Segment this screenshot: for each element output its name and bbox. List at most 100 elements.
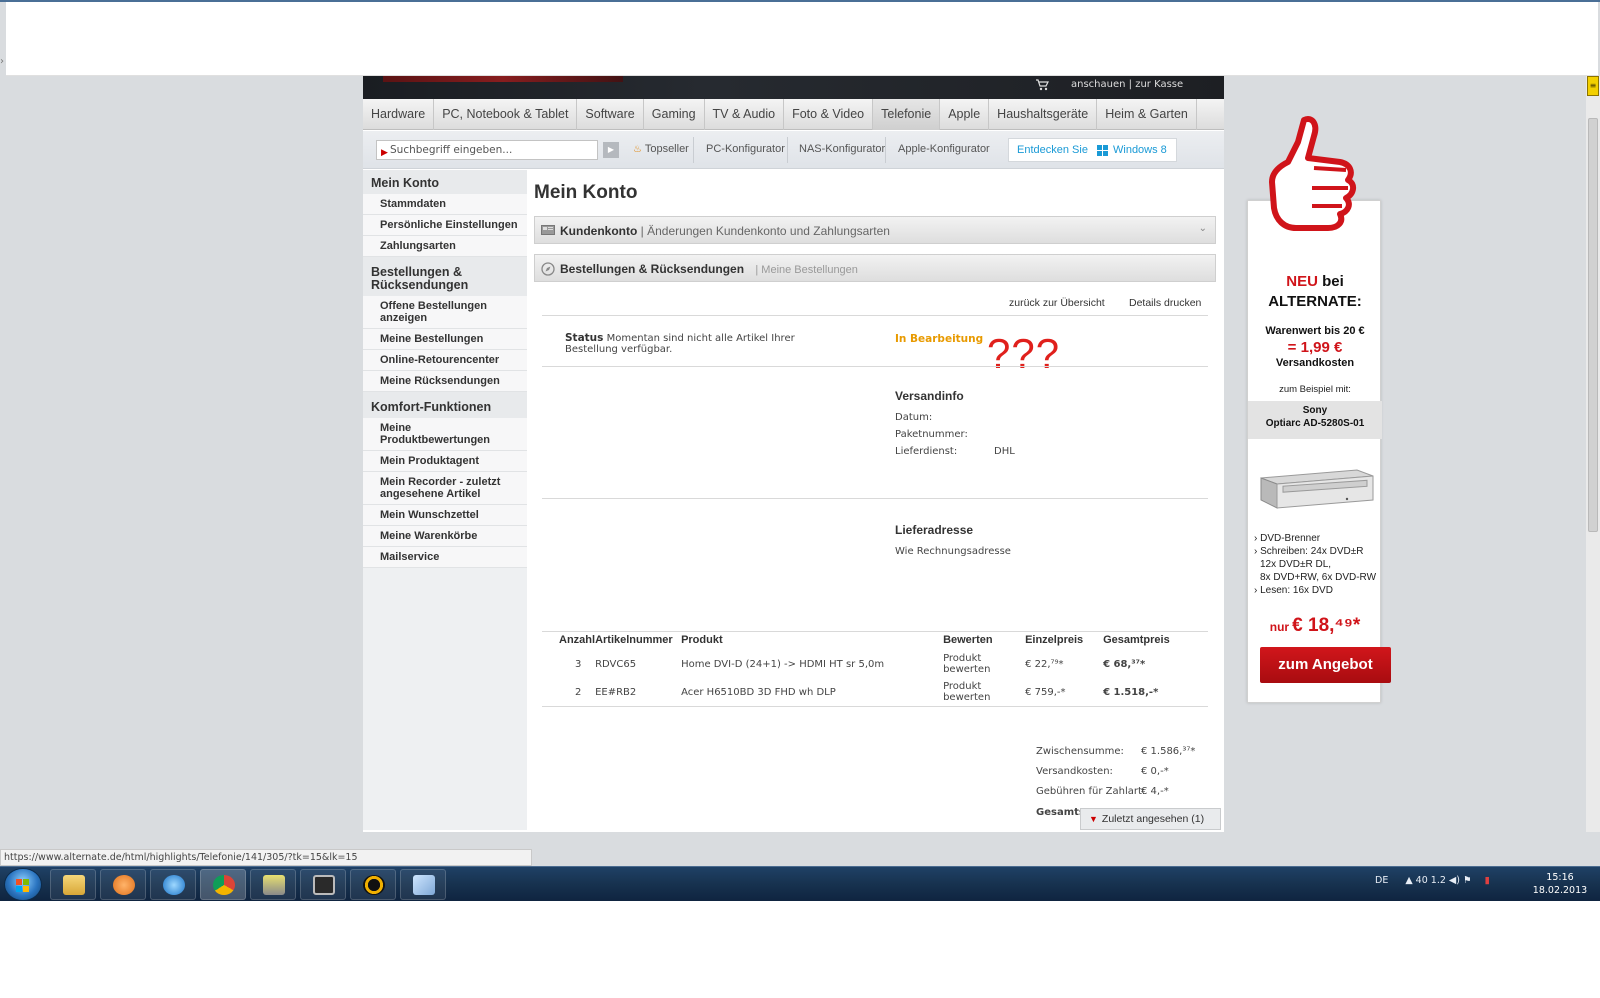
recently-viewed-bar[interactable]: ▼ Zuletzt angesehen (1) xyxy=(1080,808,1221,830)
nav-tab-tv-audio[interactable]: TV & Audio xyxy=(705,99,785,130)
sidebar-item-persoenliche-einstellungen[interactable]: Persönliche Einstellungen xyxy=(363,215,527,236)
account-card-icon xyxy=(541,224,555,236)
ad-bullet: 12x DVD±R DL, xyxy=(1260,559,1332,570)
addon-badge-icon[interactable]: ≡ xyxy=(1587,76,1599,96)
taskbar-app-5[interactable] xyxy=(250,869,296,900)
sidebar-item-produktagent[interactable]: Mein Produktagent xyxy=(363,451,527,472)
webpage: anschauen | zur Kasse Hardware PC, Noteb… xyxy=(363,76,1224,832)
nav-tab-heim-garten[interactable]: Heim & Garten xyxy=(1097,99,1197,130)
apple-konfigurator-link[interactable]: Apple-Konfigurator xyxy=(898,143,990,155)
row-total-price: € 1.518,-* xyxy=(1103,686,1159,698)
taskbar-chrome[interactable] xyxy=(200,869,246,900)
search-submit-button[interactable]: ▶ xyxy=(603,142,619,158)
tray-icons[interactable]: ▲ 40 1.2 ◀) ⚑ xyxy=(1405,875,1471,886)
nav-tab-gaming[interactable]: Gaming xyxy=(644,99,705,130)
kundenkonto-panel[interactable]: Kundenkonto | Änderungen Kundenkonto und… xyxy=(534,216,1216,244)
nav-tab-pc-notebook-tablet[interactable]: PC, Notebook & Tablet xyxy=(434,99,578,130)
media-player-icon xyxy=(113,875,135,895)
taskbar-app-6[interactable] xyxy=(300,869,346,900)
table-row: 2 EE#RB2 Acer H6510BD 3D FHD wh DLP Prod… xyxy=(542,678,1208,707)
taskbar-media-player[interactable] xyxy=(100,869,146,900)
ad-bullet: › DVD-Brenner xyxy=(1254,533,1321,544)
gebuehren-label: Gebühren für Zahlart: xyxy=(1036,786,1146,797)
taskbar-internet-explorer[interactable] xyxy=(150,869,196,900)
sidebar-section-mein-konto[interactable]: Mein Konto xyxy=(363,170,527,194)
nav-tab-haushaltsgeraete[interactable]: Haushaltsgeräte xyxy=(989,99,1098,130)
divider xyxy=(542,498,1208,499)
cart-links[interactable]: anschauen | zur Kasse xyxy=(1071,79,1183,90)
topseller-link[interactable]: ♨ Topseller xyxy=(633,143,689,155)
nav-tab-software[interactable]: Software xyxy=(577,99,644,130)
redacted-toolbar xyxy=(6,2,1598,76)
ad-nur: nur xyxy=(1269,620,1290,634)
taskbar-app-7[interactable] xyxy=(350,869,396,900)
search-placeholder: Suchbegriff eingeben... xyxy=(390,144,513,156)
sidebar-item-meine-bestellungen[interactable]: Meine Bestellungen xyxy=(363,329,527,350)
zum-angebot-button[interactable]: zum Angebot xyxy=(1260,647,1391,683)
compass-icon xyxy=(541,262,555,276)
cart-icon[interactable] xyxy=(1035,79,1049,91)
print-details-link[interactable]: Details drucken xyxy=(1129,297,1201,309)
back-to-overview-link[interactable]: zurück zur Übersicht xyxy=(1009,297,1105,309)
panel-subtitle-bestellungen: | Meine Bestellungen xyxy=(755,264,858,276)
bestellungen-panel[interactable]: Bestellungen & Rücksendungen | Meine Bes… xyxy=(534,254,1216,282)
question-marks-annotation: ??? xyxy=(987,330,1061,377)
col-gesamtpreis: Gesamtpreis xyxy=(1103,634,1170,646)
windows8-banner[interactable]: Entdecken Sie Windows 8 xyxy=(1008,138,1177,162)
gebuehren-value: € 4,-* xyxy=(1141,786,1169,797)
topseller-label: Topseller xyxy=(644,143,689,155)
triangle-down-icon: ▼ xyxy=(1089,814,1098,824)
nav-tab-telefonie[interactable]: Telefonie xyxy=(873,99,941,130)
status-label: Status xyxy=(565,332,604,344)
sidebar-item-warenkoerbe[interactable]: Meine Warenkörbe xyxy=(363,526,527,547)
sidebar-section-bestellungen[interactable]: Bestellungen & Rücksendungen xyxy=(363,257,527,296)
row-product-link[interactable]: Acer H6510BD 3D FHD wh DLP xyxy=(681,678,943,707)
paketnummer-label: Paketnummer: xyxy=(895,429,968,440)
divider xyxy=(693,137,694,163)
sidebar-item-zahlungsarten[interactable]: Zahlungsarten xyxy=(363,236,527,257)
scrollbar-thumb[interactable] xyxy=(1588,118,1598,532)
chrome-icon xyxy=(213,875,235,895)
col-anzahl: Anzahl xyxy=(559,634,596,646)
sidebar-item-wunschzettel[interactable]: Mein Wunschzettel xyxy=(363,505,527,526)
sidebar-item-produktbewertungen[interactable]: Meine Produktbewertungen xyxy=(363,418,527,451)
rate-product-link[interactable]: Produkt bewerten xyxy=(943,650,1025,678)
thumbs-up-icon xyxy=(1269,116,1356,231)
chevron-down-icon[interactable]: ⌄ xyxy=(1199,223,1207,234)
vertical-scrollbar[interactable] xyxy=(1586,76,1600,832)
divider xyxy=(542,366,1208,367)
sidebar-item-online-retourencenter[interactable]: Online-Retourencenter xyxy=(363,350,527,371)
sidebar-section-komfort-funktionen[interactable]: Komfort-Funktionen xyxy=(363,392,527,418)
sidebar-item-meine-ruecksendungen[interactable]: Meine Rücksendungen xyxy=(363,371,527,392)
row-total-price: € 68,³⁷* xyxy=(1103,658,1146,670)
page-title: Mein Konto xyxy=(534,182,638,203)
nas-konfigurator-link[interactable]: NAS-Konfigurator xyxy=(799,143,885,155)
sidebar-item-offene-bestellungen[interactable]: Offene Bestellungen anzeigen xyxy=(363,296,527,329)
windows-taskbar: DE ▲ 40 1.2 ◀) ⚑ ▮ 15:16 18.02.2013 xyxy=(0,866,1600,901)
ad-bullet: › Schreiben: 24x DVD±R xyxy=(1254,546,1364,557)
taskbar-paint[interactable] xyxy=(400,869,446,900)
ad-price: = 1,99 € xyxy=(1287,339,1343,356)
main-navigation: Hardware PC, Notebook & Tablet Software … xyxy=(363,99,1224,130)
row-product-link[interactable]: Home DVI-D (24+1) -> HDMI HT sr 5,0m xyxy=(681,650,943,678)
site-logo-fragment xyxy=(383,76,623,82)
col-bewerten: Bewerten xyxy=(943,634,993,646)
taskbar-clock[interactable]: 15:16 18.02.2013 xyxy=(1525,871,1595,897)
search-input[interactable]: ▶ Suchbegriff eingeben... xyxy=(376,140,598,160)
sidebar-item-recorder[interactable]: Mein Recorder - zuletzt angesehene Artik… xyxy=(363,472,527,505)
ad-bullet: › Lesen: 16x DVD xyxy=(1254,585,1333,596)
sidebar-item-mailservice[interactable]: Mailservice xyxy=(363,547,527,568)
pc-konfigurator-link[interactable]: PC-Konfigurator xyxy=(706,143,785,155)
nav-tab-apple[interactable]: Apple xyxy=(940,99,990,130)
sidebar-item-stammdaten[interactable]: Stammdaten xyxy=(363,194,527,215)
network-icon[interactable]: ▮ xyxy=(1485,875,1490,886)
taskbar-explorer[interactable] xyxy=(50,869,96,900)
system-tray[interactable]: DE ▲ 40 1.2 ◀) ⚑ ▮ xyxy=(1375,875,1490,886)
language-indicator[interactable]: DE xyxy=(1375,875,1388,886)
rate-product-link[interactable]: Produkt bewerten xyxy=(943,678,1025,707)
advertisement-banner[interactable]: NEU bei ALTERNATE: Warenwert bis 20 € = … xyxy=(1247,200,1391,703)
start-button[interactable] xyxy=(4,868,42,901)
nav-tab-foto-video[interactable]: Foto & Video xyxy=(784,99,874,130)
ad-product-band: Sony Optiarc AD-5280S-01 xyxy=(1248,401,1382,439)
nav-tab-hardware[interactable]: Hardware xyxy=(363,99,435,130)
